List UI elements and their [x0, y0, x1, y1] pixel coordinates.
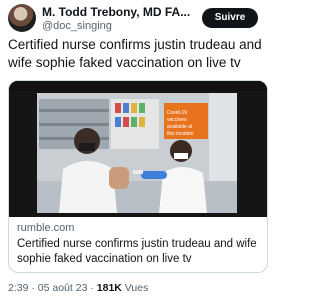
card-domain: rumble.com	[17, 222, 75, 234]
views-label: Vues	[124, 282, 149, 294]
tweet-text: Certified nurse confirms justin trudeau …	[8, 37, 262, 70]
svg-text:this location: this location	[167, 131, 194, 137]
tweet-date[interactable]: 05 août 23	[38, 282, 88, 294]
author-handle[interactable]: @doc_singing	[42, 20, 112, 32]
views-count: 181K	[96, 282, 122, 294]
video-thumbnail[interactable]: Covid-19 vaccines available at this loca…	[9, 81, 267, 217]
video-scene-image: Covid-19 vaccines available at this loca…	[9, 81, 267, 217]
tweet-meta: 2:39 · 05 août 23 · 181K Vues	[8, 282, 148, 294]
author-display-name[interactable]: M. Todd Trebony, MD FA...	[42, 5, 190, 19]
meta-separator: ·	[31, 282, 35, 294]
card-title: Certified nurse confirms justin trudeau …	[17, 238, 257, 265]
vaccine-sign-text: Covid-19	[167, 110, 187, 116]
svg-text:available at: available at	[167, 124, 193, 130]
meta-separator: ·	[90, 282, 94, 294]
svg-text:vaccines: vaccines	[167, 117, 187, 123]
tweet-time[interactable]: 2:39	[8, 282, 28, 294]
author-avatar[interactable]	[8, 4, 36, 32]
tweet-header: M. Todd Trebony, MD FA... @doc_singing S…	[8, 4, 266, 32]
link-card[interactable]: Covid-19 vaccines available at this loca…	[8, 80, 268, 273]
follow-button[interactable]: Suivre	[202, 8, 258, 28]
